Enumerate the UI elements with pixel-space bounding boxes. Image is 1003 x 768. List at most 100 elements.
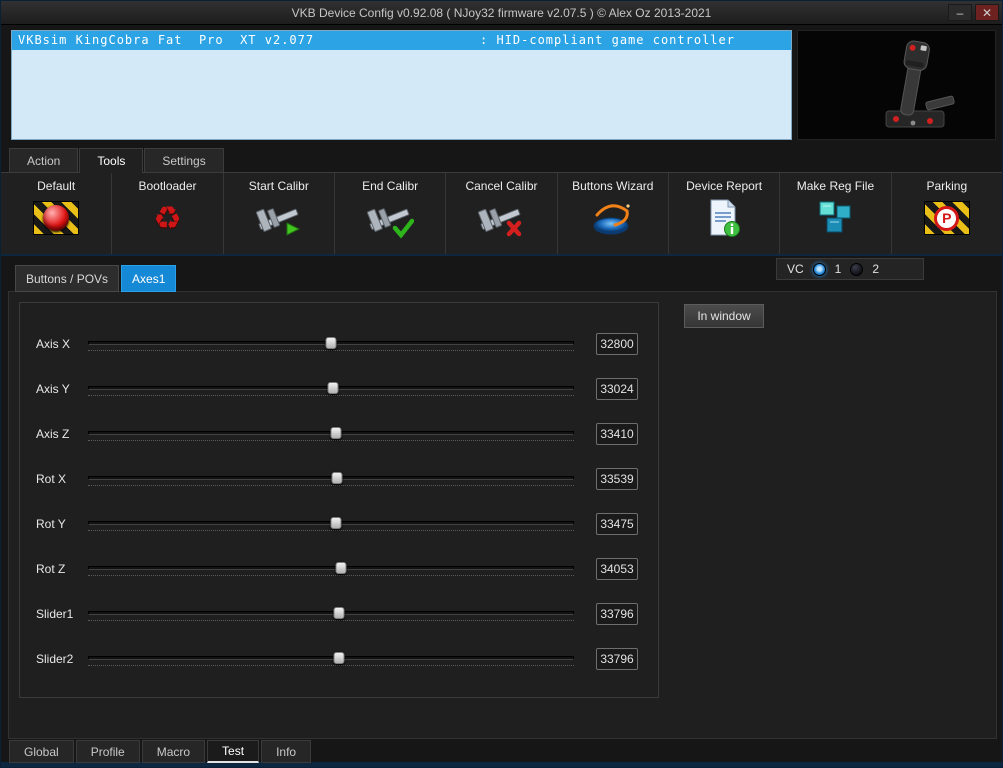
slider-ticks bbox=[88, 529, 574, 531]
vc-option-2-label: 2 bbox=[872, 262, 880, 276]
tab-profile[interactable]: Profile bbox=[75, 740, 140, 763]
axis-value: 32800 bbox=[596, 332, 638, 355]
axis-label: Slider2 bbox=[36, 651, 74, 666]
slider-thumb[interactable] bbox=[335, 561, 347, 574]
slider-thumb[interactable] bbox=[325, 336, 337, 349]
device-list[interactable]: VKBsim KingCobra Fat Pro XT v2.077 : HID… bbox=[11, 30, 792, 140]
toolbar-button-parking[interactable]: Parking P bbox=[892, 173, 1002, 254]
vc-panel: VC 1 2 bbox=[776, 258, 924, 280]
document-info-icon bbox=[704, 197, 744, 239]
slider-ticks bbox=[88, 439, 574, 441]
axis-row-slider1: Slider1 33796 bbox=[20, 591, 658, 636]
vkb-device-config-window: { "window": { "title": "VKB Device Confi… bbox=[0, 0, 1003, 768]
toolbar-label: End Calibr bbox=[362, 179, 419, 193]
slider-thumb[interactable] bbox=[327, 381, 339, 394]
in-window-button[interactable]: In window bbox=[684, 304, 764, 328]
axis-label: Rot Y bbox=[36, 516, 66, 531]
joystick-image bbox=[798, 31, 995, 139]
tab-action[interactable]: Action bbox=[9, 148, 79, 172]
slider-track[interactable] bbox=[88, 610, 574, 615]
toolbar-button-end-calibr[interactable]: End Calibr bbox=[335, 173, 447, 254]
toolbar-button-bootloader[interactable]: Bootloader ♻ bbox=[112, 173, 224, 254]
vc-option-1-label: 1 bbox=[834, 262, 842, 276]
axis-row-rx: Rot X 33539 bbox=[20, 456, 658, 501]
axis-row-ry: Rot Y 33475 bbox=[20, 501, 658, 546]
axis-row-slider2: Slider2 33796 bbox=[20, 636, 658, 681]
title-bar: VKB Device Config v0.92.08 ( NJoy32 firm… bbox=[1, 1, 1002, 25]
axis-slider[interactable] bbox=[88, 334, 574, 354]
toolbar-label: Start Calibr bbox=[248, 179, 309, 193]
axis-slider[interactable] bbox=[88, 469, 574, 489]
vc-radio-1[interactable] bbox=[812, 262, 826, 276]
axis-value: 34053 bbox=[596, 557, 638, 580]
slider-track[interactable] bbox=[88, 565, 574, 570]
axis-slider[interactable] bbox=[88, 649, 574, 669]
vc-label: VC bbox=[787, 262, 804, 276]
axis-value: 33475 bbox=[596, 512, 638, 535]
slider-thumb[interactable] bbox=[333, 606, 345, 619]
recycle-icon: ♻ bbox=[153, 200, 182, 236]
registry-blocks-icon bbox=[813, 197, 857, 239]
axis-value: 33796 bbox=[596, 647, 638, 670]
bottom-tab-bar: Global Profile Macro Test Info bbox=[9, 740, 312, 763]
tab-test[interactable]: Test bbox=[207, 740, 260, 763]
device-type: : HID-compliant game controller bbox=[480, 33, 735, 47]
ufo-swirl-icon bbox=[589, 197, 637, 239]
subtab-buttons-povs[interactable]: Buttons / POVs bbox=[15, 265, 120, 292]
tab-macro[interactable]: Macro bbox=[141, 740, 206, 763]
toolbar-button-cancel-calibr[interactable]: Cancel Calibr bbox=[446, 173, 558, 254]
vc-radio-2[interactable] bbox=[850, 262, 864, 276]
axis-value: 33539 bbox=[596, 467, 638, 490]
axes-test-panel: Axis X 32800 Axis Y 33024 Axis Z 33410 R… bbox=[8, 291, 997, 739]
minimize-button[interactable]: – bbox=[948, 4, 972, 21]
slider-thumb[interactable] bbox=[331, 471, 343, 484]
slider-thumb[interactable] bbox=[330, 516, 342, 529]
tab-settings[interactable]: Settings bbox=[144, 148, 224, 172]
axis-slider[interactable] bbox=[88, 559, 574, 579]
toolbar-button-make-reg-file[interactable]: Make Reg File bbox=[780, 173, 892, 254]
axis-value: 33410 bbox=[596, 422, 638, 445]
tab-global[interactable]: Global bbox=[9, 740, 74, 763]
tab-info[interactable]: Info bbox=[261, 740, 312, 763]
toolbar: Default Bootloader ♻ Start Calibr End Ca… bbox=[1, 172, 1002, 256]
slider-thumb[interactable] bbox=[330, 426, 342, 439]
slider-ticks bbox=[88, 349, 574, 351]
toolbar-label: Device Report bbox=[686, 179, 763, 193]
axis-slider[interactable] bbox=[88, 379, 574, 399]
caliper-cross-icon bbox=[477, 197, 525, 239]
main-tab-bar: Action Tools Settings bbox=[9, 148, 225, 173]
axis-slider[interactable] bbox=[88, 604, 574, 624]
axis-value: 33024 bbox=[596, 377, 638, 400]
close-button[interactable]: ✕ bbox=[975, 4, 999, 21]
toolbar-button-buttons-wizard[interactable]: Buttons Wizard bbox=[558, 173, 669, 254]
axes-group-box: Axis X 32800 Axis Y 33024 Axis Z 33410 R… bbox=[19, 302, 659, 698]
device-photo bbox=[797, 30, 996, 140]
axis-label: Slider1 bbox=[36, 606, 74, 621]
axis-label: Axis Z bbox=[36, 426, 70, 441]
hazard-ball-icon bbox=[33, 197, 80, 239]
axis-value: 33796 bbox=[596, 602, 638, 625]
toolbar-label: Default bbox=[37, 179, 76, 193]
toolbar-button-device-report[interactable]: Device Report bbox=[669, 173, 781, 254]
slider-ticks bbox=[88, 484, 574, 486]
device-list-item-selected[interactable]: VKBsim KingCobra Fat Pro XT v2.077 : HID… bbox=[12, 31, 791, 50]
tab-tools[interactable]: Tools bbox=[79, 148, 144, 173]
axis-label: Rot Z bbox=[36, 561, 66, 576]
slider-track[interactable] bbox=[88, 655, 574, 660]
device-name: VKBsim KingCobra Fat Pro XT v2.077 bbox=[18, 33, 315, 47]
window-title: VKB Device Config v0.92.08 ( NJoy32 firm… bbox=[291, 5, 712, 20]
axis-label: Rot X bbox=[36, 471, 67, 486]
slider-ticks bbox=[88, 664, 574, 666]
axis-row-x: Axis X 32800 bbox=[20, 321, 658, 366]
axis-slider[interactable] bbox=[88, 424, 574, 444]
slider-thumb[interactable] bbox=[333, 651, 345, 664]
toolbar-label: Make Reg File bbox=[796, 179, 875, 193]
toolbar-label: Cancel Calibr bbox=[465, 179, 538, 193]
axis-row-y: Axis Y 33024 bbox=[20, 366, 658, 411]
slider-ticks bbox=[88, 619, 574, 621]
toolbar-button-start-calibr[interactable]: Start Calibr bbox=[224, 173, 335, 254]
axis-slider[interactable] bbox=[88, 514, 574, 534]
subtab-axes1[interactable]: Axes1 bbox=[121, 265, 177, 292]
toolbar-button-default[interactable]: Default bbox=[1, 173, 113, 254]
axis-row-z: Axis Z 33410 bbox=[20, 411, 658, 456]
